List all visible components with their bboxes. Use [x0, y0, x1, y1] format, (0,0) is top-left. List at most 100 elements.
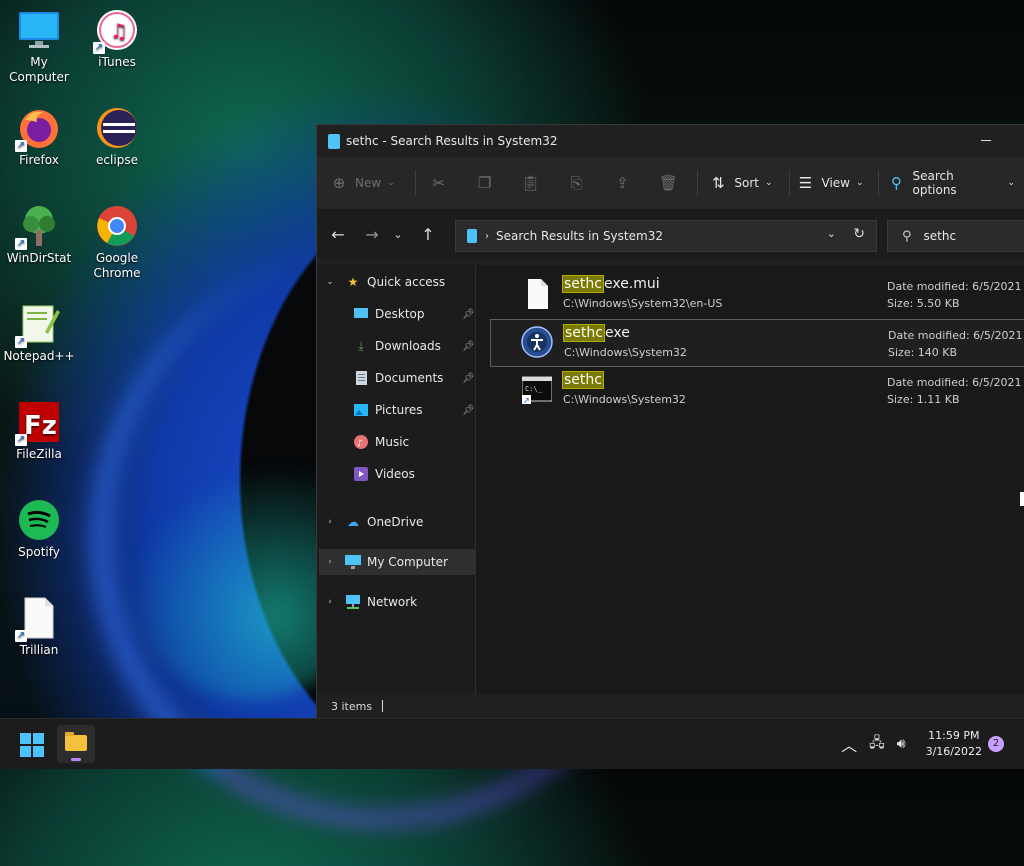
monitor-icon [17, 8, 61, 52]
chrome-icon [95, 204, 139, 248]
cut-button[interactable]: ✂ [426, 170, 452, 196]
nav-videos[interactable]: Videos [353, 461, 415, 487]
chevron-right-icon: › [485, 230, 489, 242]
share-button[interactable]: ⇪ [609, 170, 635, 196]
nav-label: Network [367, 595, 418, 609]
search-input[interactable] [921, 228, 1016, 244]
search-icon: ⚲ [902, 228, 912, 244]
taskbar-file-explorer[interactable] [57, 725, 95, 763]
clock[interactable]: 11:59 PM 3/16/2022 [926, 728, 982, 760]
chevron-down-icon: ⌄ [856, 178, 864, 188]
desktop-icon-filezilla[interactable]: Fz ↗ FileZilla [0, 400, 78, 462]
desktop-icon-windirstat[interactable]: ↗ WinDirStat [0, 204, 78, 266]
forward-button[interactable]: → [359, 221, 385, 247]
show-hidden-icons-button[interactable]: ︿ [841, 732, 857, 756]
download-icon: ⤓ [358, 338, 364, 353]
network-status-icon[interactable]: 🖧︎ [869, 732, 885, 756]
desktop-icon-notepadpp[interactable]: ↗ Notepad++ [0, 302, 78, 364]
title-bar[interactable]: sethc - Search Results in System32 [317, 125, 1024, 157]
chevron-down-icon: ⌄ [387, 178, 395, 188]
start-button[interactable] [20, 733, 44, 757]
shortcut-arrow-icon: ↗ [15, 140, 27, 152]
filezilla-icon: Fz ↗ [15, 400, 61, 446]
desktop-icon-firefox[interactable]: ↗ Firefox [0, 106, 78, 168]
nav-label: Documents [375, 371, 444, 385]
desktop-icon-trillian[interactable]: ↗ Trillian [0, 596, 78, 658]
nav-pictures[interactable]: Pictures 📌︎ [353, 397, 475, 423]
desktop-icon-label: Trillian [19, 643, 59, 657]
search-results-icon [467, 229, 477, 243]
view-label: View [821, 176, 850, 190]
file-path: C:\Windows\System32\en-US [563, 297, 723, 310]
arrow-right-icon: → [365, 224, 379, 244]
chevron-right-icon: › [328, 517, 332, 527]
desktop-icon-spotify[interactable]: Spotify [0, 498, 78, 560]
address-dropdown-button[interactable]: ⌄ [827, 227, 836, 240]
item-count: 3 items [331, 699, 373, 713]
refresh-button[interactable]: ↻ [853, 226, 865, 242]
new-button[interactable]: ⊕ New ⌄ [329, 174, 395, 192]
up-button[interactable]: ↑ [415, 221, 441, 247]
file-date: Date modified: 6/5/2021 7 [887, 280, 1024, 293]
view-button[interactable]: ☰ View ⌄ [796, 174, 864, 192]
nav-network[interactable]: › Network [323, 589, 417, 615]
eclipse-icon [95, 106, 139, 150]
desktop-icon-itunes[interactable]: ♫ ↗ iTunes [78, 8, 156, 70]
pin-icon: 📌︎ [462, 308, 475, 320]
copy-button[interactable]: ❐ [472, 170, 498, 196]
desktop-icon-eclipse[interactable]: eclipse [78, 106, 156, 168]
mouse-cursor [1020, 492, 1024, 506]
windows-logo-tile [33, 746, 44, 757]
search-box[interactable]: ⚲ [887, 220, 1024, 252]
result-row[interactable]: C:\_ ↗ sethc C:\Windows\System32 Date mod… [490, 367, 1024, 413]
nav-my-computer[interactable]: › My Computer [319, 549, 477, 575]
back-button[interactable]: ← [325, 221, 351, 247]
desktop-icon-label: Firefox [19, 153, 59, 167]
nav-music[interactable]: ♪ Music [353, 429, 409, 455]
paste-button[interactable]: 📋︎ [518, 170, 544, 196]
nav-downloads[interactable]: ⤓ Downloads 📌︎ [353, 333, 474, 359]
trash-icon: 🗑︎ [658, 174, 678, 192]
delete-button[interactable]: 🗑︎ [655, 170, 681, 196]
rename-button[interactable]: ⎘ [564, 170, 590, 196]
chevron-down-icon: ⌄ [764, 178, 773, 188]
itunes-icon: ♫ ↗ [93, 8, 139, 54]
file-path: C:\Windows\System32 [564, 346, 687, 359]
file-size: Size: 140 KB [888, 346, 958, 359]
share-icon: ⇪ [616, 174, 629, 192]
folder-icon [65, 732, 87, 751]
desktop-icon-label: eclipse [96, 153, 138, 167]
address-path: Search Results in System32 [496, 229, 663, 243]
windows-logo-tile [20, 746, 31, 757]
nav-desktop[interactable]: Desktop 📌︎ [353, 301, 475, 327]
windows-logo-tile [20, 733, 31, 744]
desktop-icon-chrome[interactable]: Google Chrome [78, 204, 156, 281]
result-row[interactable]: sethc exe.mui C:\Windows\System32\en-US D… [490, 271, 1024, 317]
result-row[interactable]: sethc exe C:\Windows\System32 Date modifi… [490, 319, 1024, 367]
recent-locations-button[interactable]: ⌄ [389, 221, 407, 247]
sort-button[interactable]: ⇅ Sort ⌄ [708, 174, 772, 192]
address-bar[interactable]: › Search Results in System32 ⌄ ↻ [455, 220, 877, 252]
results-pane: sethc exe.mui C:\Windows\System32\en-US D… [476, 265, 1024, 695]
search-options-button[interactable]: ⚲ Search options ⌄ [887, 169, 1015, 197]
minimize-button[interactable] [981, 133, 995, 147]
notification-badge[interactable]: 2 [988, 736, 1004, 752]
desktop-icon-label: WinDirStat [6, 251, 72, 265]
file-size: Size: 5.50 KB [887, 297, 960, 310]
desktop-icon-my-computer[interactable]: My Computer [0, 8, 78, 85]
file-name-rest: exe [604, 325, 630, 341]
chevron-down-icon: ⌄ [326, 277, 334, 287]
desktop-icon-label: Notepad++ [3, 349, 75, 363]
volume-icon[interactable]: 🔊︎ [897, 736, 906, 752]
divider [877, 170, 879, 196]
svg-text:↗: ↗ [523, 396, 530, 405]
sort-icon: ⇅ [712, 174, 725, 192]
nav-onedrive[interactable]: › ☁ OneDrive [323, 509, 423, 535]
shortcut-arrow-icon: ↗ [15, 238, 27, 250]
nav-label: Quick access [367, 275, 446, 289]
nav-quick-access[interactable]: ⌄ ★ Quick access [323, 269, 445, 295]
arrow-up-icon: ↑ [421, 224, 435, 244]
svg-text:♫: ♫ [110, 19, 128, 43]
copy-icon: ❐ [477, 174, 492, 192]
nav-documents[interactable]: Documents 📌︎ [353, 365, 475, 391]
